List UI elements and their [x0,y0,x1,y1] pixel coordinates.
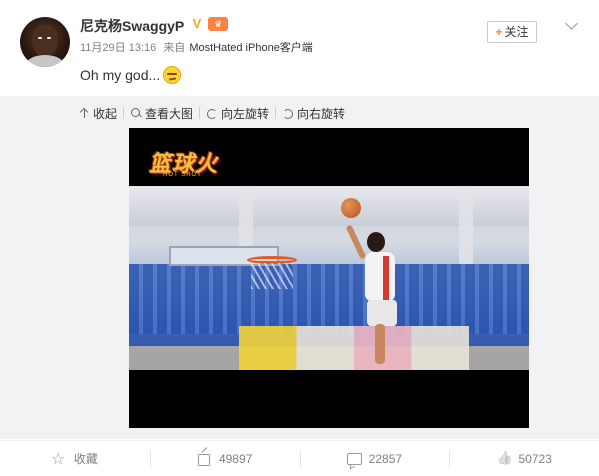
player-head [367,232,385,252]
player-arm [345,224,367,260]
smirk-emoji-icon [163,66,182,84]
view-large-label: 查看大图 [145,106,194,121]
repost-icon [197,452,211,466]
like-count: 50723 [518,451,552,466]
media-panel: 收起 查看大图 向左旋转 向右旋转 篮球火 HOT SHOT [0,96,599,439]
like-button[interactable]: 50723 [449,441,599,476]
arena-seats [129,264,529,334]
comment-icon [346,452,362,466]
rotate-right-button[interactable]: 向右旋转 [276,105,351,122]
verified-v-icon[interactable]: V [190,17,204,31]
rotate-left-icon [206,107,218,119]
media-toolbar: 收起 查看大图 向左旋转 向右旋转 [78,104,351,122]
star-icon [51,449,66,468]
arena-beam [459,186,473,266]
follow-button[interactable]: + 关注 [487,21,537,43]
search-icon [130,107,142,119]
basketball-net [251,263,293,289]
player-jersey [365,252,395,302]
favorite-label: 收藏 [73,452,98,466]
source-prefix: 来自 [163,42,186,54]
channel-logo-sub: HOT SHOT [163,172,202,178]
comment-button[interactable]: 22857 [299,441,450,476]
repost-button[interactable]: 49897 [149,441,300,476]
username-link[interactable]: 尼克杨SwaggyP [80,16,184,36]
collapse-label: 收起 [93,106,118,121]
repost-count: 49897 [218,451,253,466]
basketball-scene [129,186,529,370]
player-legs [375,324,385,364]
favorite-button[interactable]: 收藏 [0,441,150,476]
avatar-face [32,25,58,57]
rotate-right-icon [282,107,294,119]
post-date[interactable]: 11月29日 13:16 [80,42,156,54]
rotate-right-label: 向右旋转 [297,106,346,121]
rotate-left-label: 向左旋转 [221,106,270,121]
weibo-post-card: 尼克杨SwaggyP V ♛ 11月29日 13:16 来自 MostHated … [0,0,599,476]
post-meta: 11月29日 13:16 来自 MostHated iPhone客户端 [80,39,317,55]
action-bar: 收藏 49897 22857 50723 [0,440,599,476]
player-shorts [367,300,397,326]
rotate-left-button[interactable]: 向左旋转 [200,105,275,122]
basketball [341,198,361,218]
chevron-down-icon[interactable] [565,18,579,32]
comment-count: 22857 [368,451,403,466]
follow-button-label: 关注 [504,25,529,39]
view-large-button[interactable]: 查看大图 [124,105,199,122]
thumbs-up-icon [496,452,510,466]
arrow-up-icon [78,107,90,119]
avatar-eye-right [47,37,51,39]
vip-badge-icon[interactable]: ♛ [208,17,228,31]
post-source[interactable]: MostHated iPhone客户端 [189,42,313,54]
post-text: Oh my god... [80,66,182,84]
advert-boards [239,326,469,370]
user-avatar[interactable] [20,17,70,67]
jersey-stripe [383,256,389,300]
video-gif-frame[interactable]: 篮球火 HOT SHOT [129,128,529,428]
avatar-eye-left [38,37,42,39]
post-text-content: Oh my god... [80,67,161,83]
plus-icon: + [495,25,503,39]
avatar-shirt [26,55,64,67]
collapse-button[interactable]: 收起 [78,105,123,122]
